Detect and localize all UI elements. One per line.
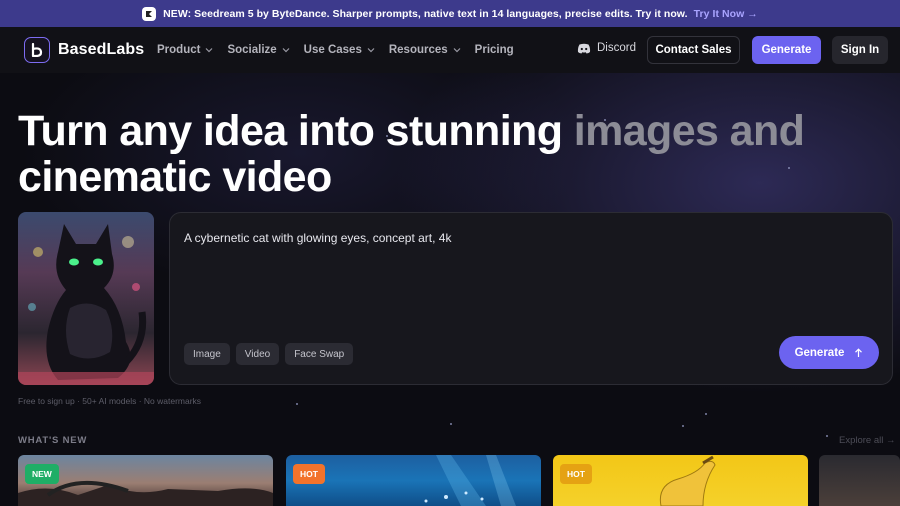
nav-item-label: Resources	[388, 44, 448, 56]
logo[interactable]: BasedLabs	[24, 37, 144, 63]
nav-menu: Product Socialize Use Cases Resources Pr…	[157, 27, 528, 73]
star-decoration	[705, 413, 707, 415]
contact-sales-button[interactable]: Contact Sales	[647, 36, 740, 64]
nav-item-pricing[interactable]: Pricing	[475, 44, 514, 56]
whats-new-card[interactable]: HOT	[286, 455, 541, 506]
chevron-down-icon	[367, 48, 375, 53]
sign-in-button[interactable]: Sign In	[832, 36, 888, 64]
nav-item-label: Use Cases	[303, 44, 362, 56]
prompt-input[interactable]: A cybernetic cat with glowing eyes, conc…	[184, 231, 451, 245]
announcement-text: NEW: Seedream 5 by ByteDance. Sharper pr…	[163, 7, 688, 20]
badge-new: NEW	[25, 464, 59, 484]
mode-chips: Image Video Face Swap	[184, 343, 359, 365]
discord-link[interactable]: Discord	[577, 42, 636, 54]
nav-item-resources[interactable]: Resources	[389, 44, 461, 56]
whats-new-heading: WHAT'S NEW	[18, 435, 88, 446]
badge-hot: HOT	[560, 464, 592, 484]
chevron-down-icon	[206, 48, 213, 53]
hero-title-fade: images and	[573, 107, 805, 155]
prompt-box[interactable]: A cybernetic cat with glowing eyes, conc…	[169, 212, 893, 385]
whats-new-card[interactable]: HOT	[553, 455, 808, 506]
nav-item-product[interactable]: Product	[157, 44, 213, 56]
mode-chip-image[interactable]: Image	[184, 343, 230, 365]
hero-title-line2: cinematic video	[18, 153, 332, 201]
generate-label: Generate	[794, 346, 845, 359]
mode-chip-video[interactable]: Video	[235, 343, 280, 365]
preview-image-cybernetic-cat	[18, 212, 154, 385]
chevron-down-icon	[282, 48, 290, 53]
star-decoration	[682, 425, 684, 427]
signup-note: Free to sign up · 50+ AI models · No wat…	[18, 396, 202, 406]
discord-label: Discord	[597, 42, 636, 54]
cat-illustration	[18, 224, 154, 385]
hero-title-main: Turn any idea into stunning	[18, 107, 574, 155]
nav-item-socialize[interactable]: Socialize	[227, 44, 290, 56]
announcement-bar[interactable]: NEW: Seedream 5 by ByteDance. Sharper pr…	[0, 0, 900, 27]
chevron-down-icon	[453, 48, 461, 53]
whats-new-card[interactable]: NEW	[18, 455, 273, 506]
generate-button[interactable]: Generate	[779, 336, 879, 369]
nav-item-label: Socialize	[227, 44, 277, 56]
nav-item-use-cases[interactable]: Use Cases	[304, 44, 375, 56]
mode-chip-face-swap[interactable]: Face Swap	[285, 343, 354, 365]
star-decoration	[296, 403, 298, 405]
nav-item-label: Product	[157, 44, 201, 56]
discord-icon	[577, 43, 591, 53]
nav-item-label: Pricing	[474, 44, 514, 56]
try-it-now-link[interactable]: Try It Now →	[694, 8, 758, 20]
explore-all-link[interactable]: Explore all →	[839, 435, 896, 446]
star-decoration	[826, 435, 828, 437]
logo-icon	[24, 37, 50, 63]
whats-new-card[interactable]	[819, 455, 900, 506]
generate-nav-button[interactable]: Generate	[752, 36, 821, 64]
hero-title: Turn any idea into stunning images and c…	[18, 108, 878, 200]
top-nav: BasedLabs Product Socialize Use Cases Re…	[0, 27, 900, 73]
logo-text: BasedLabs	[58, 41, 145, 58]
arrow-up-icon	[855, 347, 863, 357]
star-decoration	[450, 423, 452, 425]
badge-hot: HOT	[293, 464, 325, 484]
seedream-icon	[142, 6, 157, 21]
